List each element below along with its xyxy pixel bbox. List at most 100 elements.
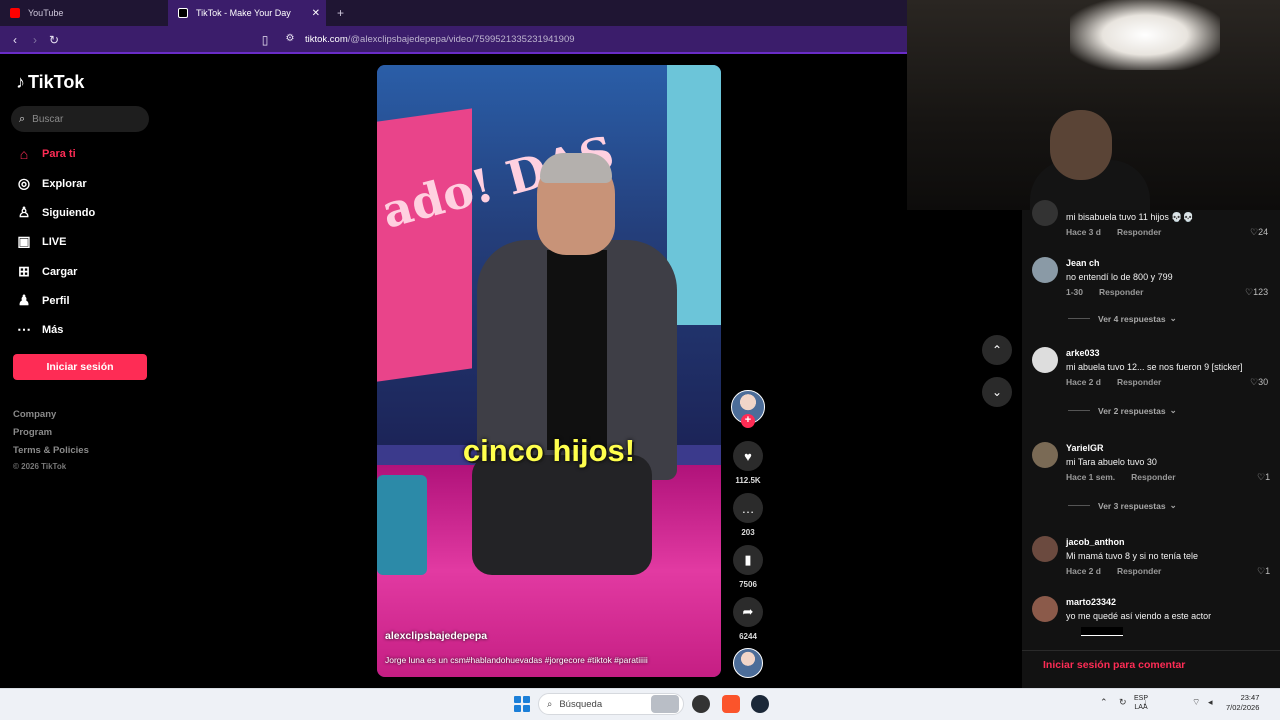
share-action[interactable]: ➦ 6244 [733, 597, 763, 641]
nav-label: Para ti [42, 148, 76, 160]
nav-label: LIVE [42, 235, 67, 248]
reload-icon[interactable]: ↻ [47, 33, 61, 47]
comment-avatar[interactable] [1032, 257, 1058, 283]
search-input[interactable]: ⌕ Buscar [11, 106, 149, 132]
comment-user[interactable]: YarielGR [1066, 443, 1104, 453]
lang-bottom: LAA [1134, 704, 1148, 711]
taskbar-clock[interactable]: 23:47 7/02/2026 [1226, 693, 1259, 713]
live-icon: ▣ [17, 233, 31, 249]
close-tab-icon[interactable]: ✕ [312, 8, 320, 19]
divider [1068, 410, 1090, 411]
comment-meta: Hace 1 sem. Responder [1066, 472, 1176, 482]
sync-icon[interactable]: ↻ [1119, 697, 1127, 708]
previous-video-button[interactable]: ⌃ [982, 335, 1012, 365]
view-replies[interactable]: Ver 4 respuestas ⌄ [1068, 313, 1177, 324]
follow-plus-icon[interactable]: + [741, 414, 755, 428]
chevron-up-icon[interactable]: ⌃ [1100, 697, 1108, 708]
new-tab-icon[interactable]: + [337, 6, 344, 20]
tab-youtube[interactable]: YouTube [0, 0, 168, 26]
reply-link[interactable]: Responder [1117, 377, 1161, 387]
nav-cargar[interactable]: ⊞ Cargar [15, 263, 77, 280]
video-author[interactable]: alexclipsbajedepepa [385, 630, 487, 642]
app-icon[interactable] [692, 695, 710, 713]
comment-like[interactable]: ♡1 [1257, 566, 1270, 577]
save-action[interactable]: ▮ 7506 [733, 545, 763, 589]
comment-like[interactable]: ♡123 [1245, 287, 1268, 298]
footer-program[interactable]: Program [13, 427, 52, 438]
comment-like[interactable]: ♡1 [1257, 472, 1270, 483]
upload-icon: ⊞ [18, 263, 30, 279]
home-icon: ⌂ [19, 146, 29, 162]
clock-date: 7/02/2026 [1226, 703, 1260, 712]
taskbar-search-placeholder: Búsqueda [559, 698, 603, 710]
comment-action[interactable]: … 203 [733, 493, 763, 537]
like-action[interactable]: ♥ 112.5K [733, 441, 763, 485]
reply-link[interactable]: Responder [1117, 227, 1161, 237]
video-player[interactable]: ado! DAS cinco hijos! alexclipsbajedepep… [377, 65, 721, 677]
comment-user[interactable]: arke033 [1066, 348, 1100, 358]
back-icon[interactable]: ‹ [8, 33, 22, 47]
view-replies[interactable]: Ver 3 respuestas ⌄ [1068, 500, 1177, 511]
share-icon[interactable]: ➦ [733, 597, 763, 627]
url-domain: tiktok.com [305, 34, 348, 45]
tab-tiktok[interactable]: TikTok - Make Your Day ✕ [168, 0, 326, 26]
comment-like[interactable]: ♡30 [1250, 377, 1268, 388]
nav-siguiendo[interactable]: ♙ Siguiendo [15, 204, 95, 221]
brave-browser-icon[interactable] [722, 695, 740, 713]
nav-perfil[interactable]: ♟ Perfil [15, 292, 70, 309]
video-description: Jorge luna es un csm#hablandohuevadas #j… [385, 655, 648, 665]
nav-live[interactable]: ▣ LIVE [15, 233, 66, 250]
reply-link[interactable]: Responder [1099, 287, 1143, 297]
next-video-button[interactable]: ⌄ [982, 377, 1012, 407]
site-info-icon[interactable]: ⚙ [283, 33, 297, 44]
search-icon: ⌕ [547, 698, 553, 710]
language-indicator[interactable]: ESP LAA [1134, 694, 1148, 712]
comment-like[interactable]: ♡24 [1250, 227, 1268, 238]
nav-explorar[interactable]: ◎ Explorar [15, 175, 87, 192]
footer-terms[interactable]: Terms & Policies [13, 445, 89, 456]
forward-icon[interactable]: › [28, 33, 42, 47]
bookmark-icon[interactable]: ▮ [733, 545, 763, 575]
comment-user[interactable]: marto23342 [1066, 597, 1116, 607]
login-to-comment-link[interactable]: Iniciar sesión para comentar [1022, 650, 1280, 682]
chevron-down-icon: ⌄ [1169, 405, 1177, 415]
wifi-icon[interactable]: ⌔ [1192, 697, 1200, 708]
task-view-icon[interactable] [651, 695, 679, 713]
bookmark-icon[interactable]: ▯ [258, 33, 272, 47]
search-icon: ⌕ [19, 112, 26, 125]
comment-meta: Hace 2 d Responder [1066, 377, 1161, 387]
nav-label: Más [42, 323, 64, 336]
youtube-icon [10, 8, 20, 18]
comment-avatar[interactable] [1032, 536, 1058, 562]
nav-mas[interactable]: ⋯ Más [15, 321, 63, 338]
steam-icon[interactable] [751, 695, 769, 713]
view-replies[interactable]: Ver 2 respuestas ⌄ [1068, 405, 1177, 416]
tiktok-tab-icon [178, 8, 188, 18]
login-button[interactable]: Iniciar sesión [13, 354, 147, 380]
person-hair [540, 153, 612, 183]
comment-text: mi bisabuela tuvo 11 hijos 💀💀 [1066, 212, 1194, 222]
heart-icon[interactable]: ♥ [733, 441, 763, 471]
comment-icon[interactable]: … [733, 493, 763, 523]
reply-link[interactable]: Responder [1117, 566, 1161, 576]
nav-para-ti[interactable]: ⌂ Para ti [15, 146, 76, 162]
comment-text: mi abuela tuvo 12... se nos fueron 9 [st… [1066, 362, 1243, 372]
comment-user[interactable]: jacob_anthon [1066, 537, 1125, 547]
tiktok-logo[interactable]: ♪ TikTok [16, 72, 84, 93]
reply-link[interactable]: Responder [1131, 472, 1175, 482]
comment-like-count: 1 [1265, 566, 1271, 576]
music-disc-avatar[interactable] [733, 648, 763, 678]
save-count: 7506 [739, 580, 757, 589]
nav-label: Siguiendo [42, 206, 96, 219]
comment-avatar[interactable] [1032, 347, 1058, 373]
chevron-down-icon: ⌄ [991, 385, 1003, 399]
comment-avatar[interactable] [1032, 596, 1058, 622]
comment-user[interactable]: Jean ch [1066, 258, 1100, 268]
volume-icon[interactable]: ◂ [1208, 697, 1213, 708]
nav-label: Cargar [42, 265, 78, 278]
windows-start-icon[interactable] [514, 696, 530, 712]
comment-avatar[interactable] [1032, 442, 1058, 468]
footer-company[interactable]: Company [13, 409, 56, 420]
comment-avatar[interactable] [1032, 200, 1058, 226]
url-field[interactable]: tiktok.com/@alexclipsbajedepepa/video/75… [305, 34, 575, 45]
